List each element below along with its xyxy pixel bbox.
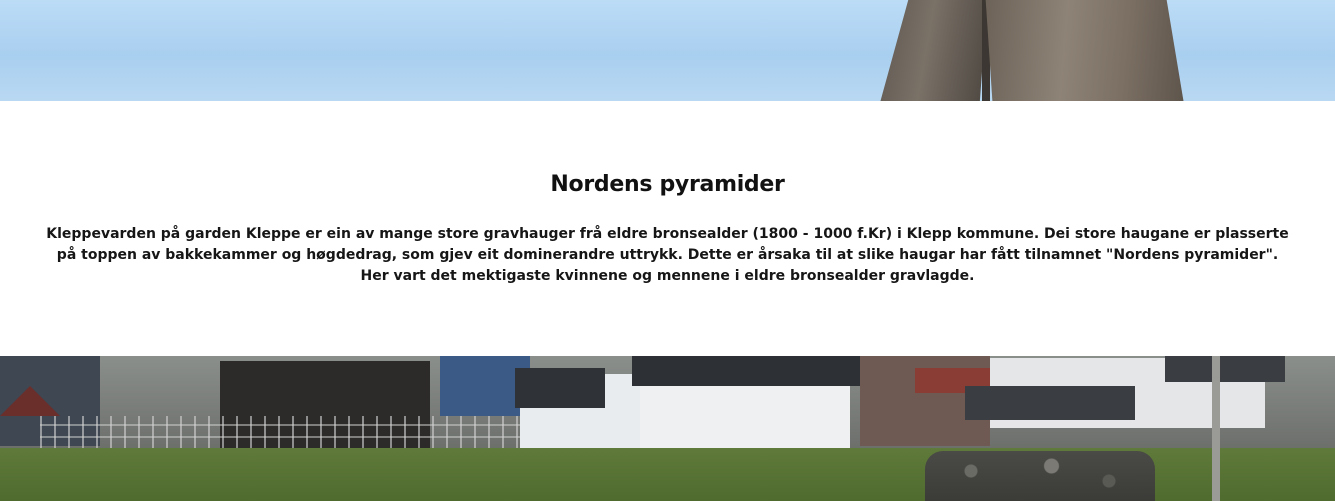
roof-white-large xyxy=(632,356,867,386)
stone-wall xyxy=(925,451,1155,501)
standing-stone-left xyxy=(878,0,988,101)
text-section: Nordens pyramider Kleppevarden på garden… xyxy=(0,101,1335,356)
roof-far-right xyxy=(1165,356,1285,382)
section-title: Nordens pyramider xyxy=(550,172,785,197)
standing-stone-right xyxy=(985,0,1185,101)
section-body: Kleppevarden på garden Kleppe er ein av … xyxy=(46,226,1289,284)
standing-stone-photo xyxy=(0,0,1335,101)
lamp-pole xyxy=(1212,356,1220,501)
residential-landscape-photo xyxy=(0,356,1335,501)
roof-white-right xyxy=(965,386,1135,420)
roof-white-small xyxy=(515,368,605,408)
construction-fence xyxy=(40,416,520,450)
